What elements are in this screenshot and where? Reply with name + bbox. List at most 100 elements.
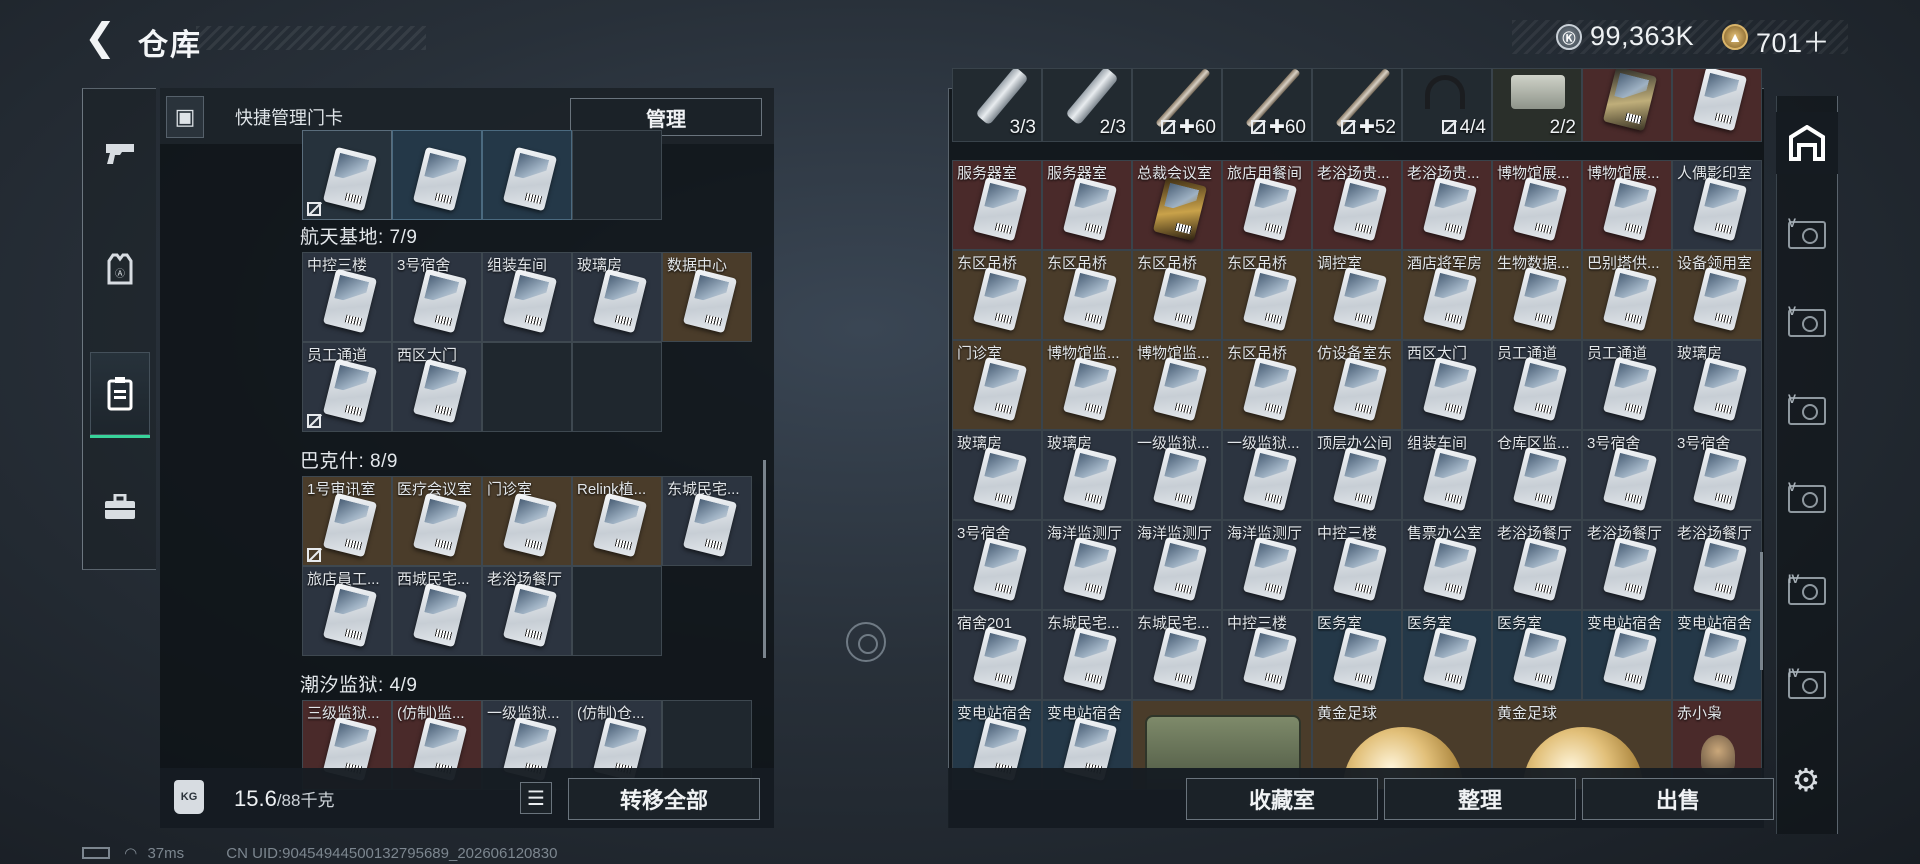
keycard-slot[interactable]: 海洋监测厅 <box>1132 520 1222 610</box>
keycard-slot[interactable] <box>392 130 482 220</box>
keycard-slot[interactable]: 海洋监测厅 <box>1042 520 1132 610</box>
keycard-slot[interactable]: 员工通道 <box>1492 340 1582 430</box>
keycard-slot[interactable]: 老浴场贵... <box>1312 160 1402 250</box>
keycard-slot[interactable]: 3号宿舍 <box>392 252 482 342</box>
list-view-button[interactable]: ☰ <box>520 782 552 814</box>
keycard-slot[interactable]: 1号审讯室 <box>302 476 392 566</box>
keycard-slot[interactable]: 仓库区监... <box>1492 430 1582 520</box>
left-scrollbar[interactable] <box>763 460 766 658</box>
keycard-slot[interactable]: 门诊室 <box>482 476 572 566</box>
nav-weapons[interactable] <box>90 122 150 184</box>
keycard-slot[interactable]: 总裁会议室 <box>1132 160 1222 250</box>
keycard-slot[interactable]: 中控三楼 <box>1312 520 1402 610</box>
keycard-slot[interactable]: 旅店員工... <box>302 566 392 656</box>
vault-IV-add-icon[interactable]: IV <box>1782 660 1832 710</box>
stash-item-slot[interactable]: 2/3 <box>1042 68 1132 142</box>
sort-button[interactable]: 整理 <box>1384 778 1576 820</box>
keycard-slot[interactable]: 西区大门 <box>1402 340 1492 430</box>
keycard-slot[interactable]: 员工通道 <box>302 342 392 432</box>
keycard-slot[interactable]: 博物馆监... <box>1132 340 1222 430</box>
keycard-slot[interactable]: 数据中心 <box>662 252 752 342</box>
keycard-slot[interactable]: 博物馆展... <box>1582 160 1672 250</box>
keycard-slot[interactable]: Relink植... <box>572 476 662 566</box>
nav-keycards[interactable] <box>90 352 150 438</box>
keycard-slot[interactable]: 东区吊桥 <box>1132 250 1222 340</box>
keycard-slot[interactable]: 组装车间 <box>482 252 572 342</box>
keycard-slot[interactable]: 海洋监测厅 <box>1222 520 1312 610</box>
empty-keycard-slot[interactable] <box>572 342 662 432</box>
settings-gear-icon[interactable]: ⚙ <box>1786 760 1826 800</box>
keycard-slot[interactable]: 老浴场贵... <box>1402 160 1492 250</box>
vault-IV-icon[interactable]: IV <box>1782 566 1832 616</box>
vault-V-icon[interactable]: V <box>1782 298 1832 348</box>
keycard-slot[interactable]: 宿舍201 <box>952 610 1042 700</box>
keycard-slot[interactable]: 东城民宅... <box>1042 610 1132 700</box>
keycard-slot[interactable]: 老浴场餐厅 <box>1582 520 1672 610</box>
keycard-slot[interactable]: 变电站宿舍 <box>1672 610 1762 700</box>
sell-button[interactable]: 出售 <box>1582 778 1774 820</box>
keycard-slot[interactable]: 西城民宅... <box>392 566 482 656</box>
vault-V-icon[interactable]: V <box>1782 386 1832 436</box>
keycard-slot[interactable]: 西区大门 <box>392 342 482 432</box>
nav-armor[interactable]: Ⓐ <box>90 238 150 300</box>
keycard-slot[interactable]: 老浴场餐厅 <box>482 566 572 656</box>
stash-item-slot[interactable]: 3/3 <box>952 68 1042 142</box>
keycard-slot[interactable]: 老浴场餐厅 <box>1492 520 1582 610</box>
keycard-slot[interactable]: 售票办公室 <box>1402 520 1492 610</box>
keycard-slot[interactable]: 博物馆监... <box>1042 340 1132 430</box>
keycard-slot[interactable]: 东区吊桥 <box>1042 250 1132 340</box>
keycard-slot[interactable]: 门诊室 <box>952 340 1042 430</box>
nav-toolbox[interactable] <box>90 476 150 538</box>
empty-keycard-slot[interactable] <box>572 566 662 656</box>
keycard-slot[interactable]: 旅店用餐间 <box>1222 160 1312 250</box>
keycard-slot[interactable] <box>302 130 392 220</box>
keycard-slot[interactable]: 东区吊桥 <box>1222 340 1312 430</box>
keycard-slot[interactable]: 东区吊桥 <box>1222 250 1312 340</box>
collection-room-button[interactable]: 收藏室 <box>1186 778 1378 820</box>
keycard-slot[interactable]: 医务室 <box>1312 610 1402 700</box>
keycard-slot[interactable]: 玻璃房 <box>572 252 662 342</box>
stash-tab-main[interactable] <box>1776 112 1838 174</box>
keycard-slot[interactable]: 服务器室 <box>952 160 1042 250</box>
stash-item-slot[interactable]: ✚52 <box>1312 68 1402 142</box>
keycard-slot[interactable]: 顶层办公间 <box>1312 430 1402 520</box>
stash-item-slot[interactable]: 2/2 <box>1492 68 1582 142</box>
transfer-all-button[interactable]: 转移全部 <box>568 778 760 820</box>
keycard-slot[interactable]: 玻璃房 <box>1042 430 1132 520</box>
keycard-slot[interactable]: 员工通道 <box>1582 340 1672 430</box>
keycard-slot[interactable]: 仿设备室东 <box>1312 340 1402 430</box>
stash-scrollbar[interactable] <box>1760 552 1763 670</box>
keycard-slot[interactable]: 人偶影印室 <box>1672 160 1762 250</box>
keycard-slot[interactable]: 东区吊桥 <box>952 250 1042 340</box>
keycard-slot[interactable]: 老浴场餐厅 <box>1672 520 1762 610</box>
keycard-slot[interactable]: 一级监狱... <box>1222 430 1312 520</box>
keycard-slot[interactable]: 医疗会议室 <box>392 476 482 566</box>
stash-item-slot[interactable]: ✚60 <box>1222 68 1312 142</box>
keycard-slot[interactable]: 3号宿舍 <box>1672 430 1762 520</box>
keycard-slot[interactable]: 东城民宅... <box>662 476 752 566</box>
empty-keycard-slot[interactable] <box>482 342 572 432</box>
keycard-slot[interactable]: 3号宿舍 <box>952 520 1042 610</box>
stash-item-slot[interactable] <box>1672 68 1762 142</box>
stash-item-slot[interactable] <box>1582 68 1672 142</box>
keycard-slot[interactable]: 博物馆展... <box>1492 160 1582 250</box>
keycard-slot[interactable]: 酒店将军房 <box>1402 250 1492 340</box>
keycard-slot[interactable]: 中控三楼 <box>1222 610 1312 700</box>
keycard-slot[interactable]: 玻璃房 <box>952 430 1042 520</box>
keycard-slot[interactable]: 医务室 <box>1492 610 1582 700</box>
stash-item-slot[interactable]: 4/4 <box>1402 68 1492 142</box>
keycard-slot[interactable]: 调控室 <box>1312 250 1402 340</box>
keycard-slot[interactable]: 设备领用室 <box>1672 250 1762 340</box>
keycard-slot[interactable]: 组装车间 <box>1402 430 1492 520</box>
keycard-slot[interactable]: 玻璃房 <box>1672 340 1762 430</box>
back-arrow-icon[interactable]: ❮ <box>82 19 118 57</box>
keycard-slot[interactable]: 东城民宅... <box>1132 610 1222 700</box>
keycard-slot[interactable]: 巴别塔供... <box>1582 250 1672 340</box>
stash-item-slot[interactable]: ✚60 <box>1132 68 1222 142</box>
empty-keycard-slot[interactable] <box>572 130 662 220</box>
keycard-slot[interactable]: 中控三楼 <box>302 252 392 342</box>
keycard-slot[interactable]: 医务室 <box>1402 610 1492 700</box>
vault-V-icon[interactable]: V <box>1782 474 1832 524</box>
gold-currency-value[interactable]: 701＋ <box>1756 21 1830 60</box>
keycard-slot[interactable] <box>482 130 572 220</box>
